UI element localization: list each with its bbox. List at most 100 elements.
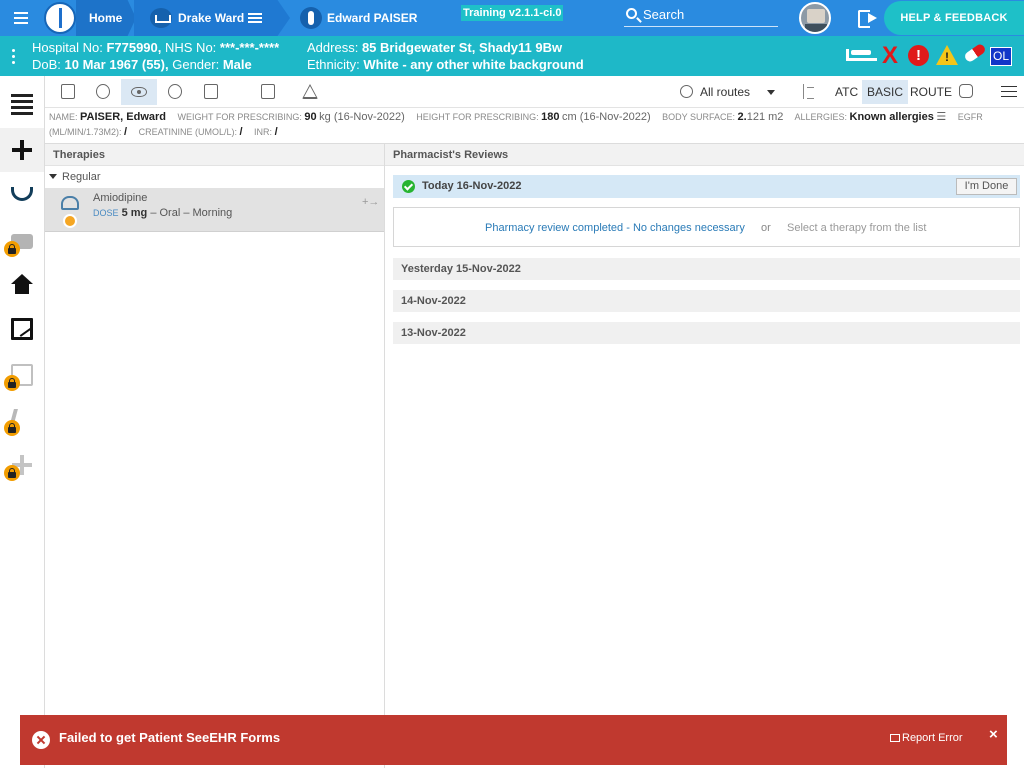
- toolbar-review-button[interactable]: [121, 79, 157, 105]
- creatinine-label: CREATININE (UMOL/L):: [138, 127, 237, 137]
- sidebar-item-list[interactable]: [0, 83, 44, 127]
- inr-label: INR:: [254, 127, 273, 137]
- height-value: 180: [541, 111, 560, 123]
- bed-icon[interactable]: [846, 45, 877, 65]
- breadcrumb-ward[interactable]: Drake Ward: [134, 0, 290, 36]
- sidebar-item-clinical[interactable]: [0, 173, 44, 217]
- group-label: Regular: [62, 171, 101, 183]
- name-label: NAME:: [49, 112, 78, 122]
- left-sidebar: [0, 76, 45, 768]
- patient-identifiers: Hospital No: F775990, NHS No: ***-***-**…: [32, 39, 279, 73]
- creatinine-value: /: [239, 126, 243, 138]
- sidebar-item-discharge[interactable]: [0, 398, 44, 442]
- envelope-icon: [890, 734, 900, 742]
- select-therapy-hint: Select a therapy from the list: [787, 222, 927, 234]
- ward-menu-icon[interactable]: [248, 13, 262, 23]
- hospital-no-label: Hospital No:: [32, 40, 103, 55]
- therapy-row[interactable]: Amiodipine DOSE 5 mg – Oral – Morning +→: [45, 188, 384, 232]
- close-icon[interactable]: ×: [989, 726, 998, 743]
- routes-icon: [680, 85, 693, 98]
- logout-icon[interactable]: [858, 9, 880, 28]
- lock-icon: [4, 375, 20, 391]
- review-actions-box: Pharmacy review completed - No changes n…: [393, 207, 1020, 247]
- dob-label: DoB:: [32, 57, 61, 72]
- drug-icon: [61, 196, 79, 210]
- signature-icon: [11, 318, 33, 340]
- sidebar-item-forms[interactable]: [0, 353, 44, 397]
- report-error-link[interactable]: Report Error: [890, 732, 963, 744]
- dose-label: DOSE: [93, 208, 119, 218]
- toolbar-warnings-button[interactable]: [291, 79, 327, 105]
- columns-icon[interactable]: [959, 84, 973, 98]
- search-icon: [626, 8, 637, 19]
- review-today-header[interactable]: Today 16-Nov-2022 I'm Done: [393, 175, 1020, 198]
- view-basic-button[interactable]: BASIC: [862, 80, 909, 104]
- review-history-row[interactable]: 14-Nov-2022: [393, 290, 1020, 312]
- sidebar-item-add[interactable]: [0, 443, 44, 487]
- address-label: Address:: [307, 40, 359, 55]
- im-done-button[interactable]: I'm Done: [956, 178, 1017, 195]
- main-menu-icon[interactable]: [14, 9, 36, 27]
- edit-icon: [61, 84, 75, 99]
- reviews-title: Pharmacist's Reviews: [385, 144, 1024, 166]
- dob-value: 10 Mar 1967 (55),: [64, 57, 169, 72]
- gender-label: Gender:: [172, 57, 220, 72]
- routes-dropdown[interactable]: All routes: [678, 76, 782, 108]
- view-atc-button[interactable]: ATC: [830, 80, 863, 104]
- warning-icon[interactable]: [936, 45, 958, 65]
- sidebar-item-prescribe[interactable]: [0, 128, 44, 172]
- egfr-unit-label: (ML/MIN/1.73M2):: [49, 127, 122, 137]
- allergies-label: ALLERGIES:: [794, 112, 847, 122]
- export-icon: [261, 84, 275, 99]
- help-feedback-button[interactable]: HELP & FEEDBACK: [884, 1, 1024, 35]
- therapy-dose-line: DOSE 5 mg – Oral – Morning: [93, 207, 232, 219]
- dose-route: – Oral – Morning: [147, 207, 233, 219]
- cross-icon[interactable]: X: [882, 44, 900, 68]
- group-header-regular[interactable]: Regular: [45, 166, 384, 188]
- dose-value: 5 mg: [121, 207, 148, 219]
- user-avatar[interactable]: [799, 2, 831, 34]
- sidebar-item-home[interactable]: [0, 263, 44, 307]
- app-logo[interactable]: [44, 2, 76, 34]
- allergies-value[interactable]: Known allergies: [850, 111, 934, 123]
- weight-label: WEIGHT FOR PRESCRIBING:: [177, 112, 302, 122]
- toolbar-document-button[interactable]: [193, 79, 229, 105]
- toolbar-edit-button[interactable]: [50, 79, 86, 105]
- error-message: Failed to get Patient SeeEHR Forms: [59, 730, 281, 745]
- toolbar-export-button[interactable]: [250, 79, 286, 105]
- sidebar-item-sign[interactable]: [0, 307, 44, 351]
- sidebar-item-camera[interactable]: [0, 219, 44, 263]
- review-history-row[interactable]: Yesterday 15-Nov-2022: [393, 258, 1020, 280]
- chevron-down-icon: [49, 174, 57, 179]
- review-complete-link[interactable]: Pharmacy review completed - No changes n…: [485, 208, 745, 248]
- ward-label: Drake Ward: [178, 11, 245, 25]
- toolbar-pills-button[interactable]: [157, 79, 193, 105]
- toolbar-administer-button[interactable]: [85, 79, 121, 105]
- breadcrumb-home[interactable]: Home: [76, 0, 136, 36]
- view-route-button[interactable]: ROUTE: [905, 80, 957, 104]
- egfr-label: EGFR: [957, 112, 983, 122]
- sort-icon[interactable]: [801, 84, 815, 100]
- error-icon: [32, 731, 50, 749]
- review-history-row[interactable]: 13-Nov-2022: [393, 322, 1020, 344]
- therapies-panel: Therapies Regular Amiodipine DOSE 5 mg –…: [45, 143, 385, 768]
- therapy-actions[interactable]: +→: [362, 196, 379, 208]
- alert-icon[interactable]: !: [908, 45, 929, 66]
- reviews-panel: Pharmacist's Reviews Today 16-Nov-2022 I…: [385, 143, 1024, 768]
- allergies-menu-icon[interactable]: ☰: [936, 111, 946, 123]
- check-circle-icon: [402, 180, 415, 193]
- eye-icon: [131, 87, 147, 97]
- height-label: HEIGHT FOR PRESCRIBING:: [416, 112, 539, 122]
- morning-sun-icon: [63, 214, 77, 228]
- bed-icon: [150, 8, 172, 28]
- search-input[interactable]: Search: [624, 5, 778, 27]
- pill-icon: [168, 84, 182, 99]
- ol-badge[interactable]: OL: [990, 47, 1012, 66]
- lock-icon: [4, 420, 20, 436]
- list-icon: [11, 94, 33, 116]
- surface-value-decimal: 121 m2: [746, 111, 784, 123]
- top-navigation-bar: Home Drake Ward Edward PAISER Training v…: [0, 0, 1024, 36]
- banner-more-icon[interactable]: [12, 49, 16, 65]
- menu-icon[interactable]: [1001, 86, 1017, 98]
- ethnicity-value: White - any other white background: [363, 57, 584, 72]
